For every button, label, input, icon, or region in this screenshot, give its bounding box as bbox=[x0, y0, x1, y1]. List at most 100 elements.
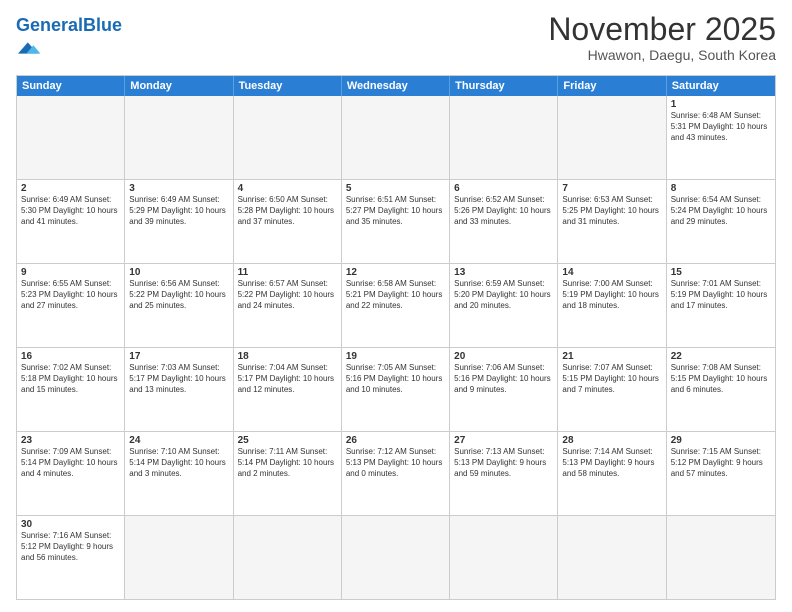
day-info: Sunrise: 6:55 AM Sunset: 5:23 PM Dayligh… bbox=[21, 279, 120, 311]
empty-cell bbox=[558, 516, 666, 599]
empty-cell bbox=[234, 96, 342, 179]
day-header: Monday bbox=[125, 76, 233, 96]
day-header: Tuesday bbox=[234, 76, 342, 96]
day-number: 5 bbox=[346, 183, 445, 194]
day-info: Sunrise: 6:53 AM Sunset: 5:25 PM Dayligh… bbox=[562, 195, 661, 227]
logo: GeneralBlue bbox=[16, 16, 122, 67]
day-number: 12 bbox=[346, 267, 445, 278]
day-info: Sunrise: 6:56 AM Sunset: 5:22 PM Dayligh… bbox=[129, 279, 228, 311]
day-cell: 10Sunrise: 6:56 AM Sunset: 5:22 PM Dayli… bbox=[125, 264, 233, 347]
day-info: Sunrise: 6:50 AM Sunset: 5:28 PM Dayligh… bbox=[238, 195, 337, 227]
logo-text: GeneralBlue bbox=[16, 16, 122, 34]
calendar: SundayMondayTuesdayWednesdayThursdayFrid… bbox=[16, 75, 776, 600]
day-number: 19 bbox=[346, 351, 445, 362]
day-header: Sunday bbox=[17, 76, 125, 96]
day-number: 13 bbox=[454, 267, 553, 278]
day-info: Sunrise: 7:15 AM Sunset: 5:12 PM Dayligh… bbox=[671, 447, 771, 479]
day-info: Sunrise: 6:48 AM Sunset: 5:31 PM Dayligh… bbox=[671, 111, 771, 143]
empty-cell bbox=[234, 516, 342, 599]
day-number: 3 bbox=[129, 183, 228, 194]
day-number: 25 bbox=[238, 435, 337, 446]
week-row: 30Sunrise: 7:16 AM Sunset: 5:12 PM Dayli… bbox=[17, 516, 775, 599]
month-title: November 2025 bbox=[548, 12, 776, 47]
day-cell: 25Sunrise: 7:11 AM Sunset: 5:14 PM Dayli… bbox=[234, 432, 342, 515]
day-number: 18 bbox=[238, 351, 337, 362]
empty-cell bbox=[342, 96, 450, 179]
week-row: 9Sunrise: 6:55 AM Sunset: 5:23 PM Daylig… bbox=[17, 264, 775, 348]
day-cell: 15Sunrise: 7:01 AM Sunset: 5:19 PM Dayli… bbox=[667, 264, 775, 347]
day-cell: 13Sunrise: 6:59 AM Sunset: 5:20 PM Dayli… bbox=[450, 264, 558, 347]
day-info: Sunrise: 6:49 AM Sunset: 5:29 PM Dayligh… bbox=[129, 195, 228, 227]
empty-cell bbox=[125, 516, 233, 599]
day-header: Thursday bbox=[450, 76, 558, 96]
day-info: Sunrise: 7:10 AM Sunset: 5:14 PM Dayligh… bbox=[129, 447, 228, 479]
day-cell: 2Sunrise: 6:49 AM Sunset: 5:30 PM Daylig… bbox=[17, 180, 125, 263]
day-cell: 6Sunrise: 6:52 AM Sunset: 5:26 PM Daylig… bbox=[450, 180, 558, 263]
day-info: Sunrise: 7:11 AM Sunset: 5:14 PM Dayligh… bbox=[238, 447, 337, 479]
location: Hwawon, Daegu, South Korea bbox=[548, 47, 776, 63]
day-info: Sunrise: 7:06 AM Sunset: 5:16 PM Dayligh… bbox=[454, 363, 553, 395]
day-header: Saturday bbox=[667, 76, 775, 96]
day-info: Sunrise: 7:05 AM Sunset: 5:16 PM Dayligh… bbox=[346, 363, 445, 395]
day-cell: 19Sunrise: 7:05 AM Sunset: 5:16 PM Dayli… bbox=[342, 348, 450, 431]
day-number: 4 bbox=[238, 183, 337, 194]
day-number: 10 bbox=[129, 267, 228, 278]
day-number: 24 bbox=[129, 435, 228, 446]
day-number: 8 bbox=[671, 183, 771, 194]
empty-cell bbox=[125, 96, 233, 179]
day-number: 29 bbox=[671, 435, 771, 446]
week-row: 2Sunrise: 6:49 AM Sunset: 5:30 PM Daylig… bbox=[17, 180, 775, 264]
day-number: 20 bbox=[454, 351, 553, 362]
day-cell: 23Sunrise: 7:09 AM Sunset: 5:14 PM Dayli… bbox=[17, 432, 125, 515]
day-cell: 16Sunrise: 7:02 AM Sunset: 5:18 PM Dayli… bbox=[17, 348, 125, 431]
day-cell: 7Sunrise: 6:53 AM Sunset: 5:25 PM Daylig… bbox=[558, 180, 666, 263]
day-info: Sunrise: 7:04 AM Sunset: 5:17 PM Dayligh… bbox=[238, 363, 337, 395]
day-info: Sunrise: 7:03 AM Sunset: 5:17 PM Dayligh… bbox=[129, 363, 228, 395]
day-cell: 24Sunrise: 7:10 AM Sunset: 5:14 PM Dayli… bbox=[125, 432, 233, 515]
day-cell: 8Sunrise: 6:54 AM Sunset: 5:24 PM Daylig… bbox=[667, 180, 775, 263]
day-info: Sunrise: 6:54 AM Sunset: 5:24 PM Dayligh… bbox=[671, 195, 771, 227]
day-info: Sunrise: 6:51 AM Sunset: 5:27 PM Dayligh… bbox=[346, 195, 445, 227]
day-cell: 1Sunrise: 6:48 AM Sunset: 5:31 PM Daylig… bbox=[667, 96, 775, 179]
empty-cell bbox=[558, 96, 666, 179]
logo-icon bbox=[18, 34, 46, 62]
day-info: Sunrise: 7:02 AM Sunset: 5:18 PM Dayligh… bbox=[21, 363, 120, 395]
week-row: 1Sunrise: 6:48 AM Sunset: 5:31 PM Daylig… bbox=[17, 96, 775, 180]
day-number: 15 bbox=[671, 267, 771, 278]
day-info: Sunrise: 6:58 AM Sunset: 5:21 PM Dayligh… bbox=[346, 279, 445, 311]
empty-cell bbox=[450, 516, 558, 599]
page: GeneralBlue November 2025 Hwawon, Daegu,… bbox=[0, 0, 792, 612]
day-cell: 26Sunrise: 7:12 AM Sunset: 5:13 PM Dayli… bbox=[342, 432, 450, 515]
day-cell: 5Sunrise: 6:51 AM Sunset: 5:27 PM Daylig… bbox=[342, 180, 450, 263]
day-info: Sunrise: 6:49 AM Sunset: 5:30 PM Dayligh… bbox=[21, 195, 120, 227]
day-number: 7 bbox=[562, 183, 661, 194]
day-number: 21 bbox=[562, 351, 661, 362]
day-info: Sunrise: 7:12 AM Sunset: 5:13 PM Dayligh… bbox=[346, 447, 445, 479]
header: GeneralBlue November 2025 Hwawon, Daegu,… bbox=[16, 12, 776, 67]
empty-cell bbox=[450, 96, 558, 179]
day-number: 30 bbox=[21, 519, 120, 530]
empty-cell bbox=[342, 516, 450, 599]
day-number: 22 bbox=[671, 351, 771, 362]
day-info: Sunrise: 6:59 AM Sunset: 5:20 PM Dayligh… bbox=[454, 279, 553, 311]
calendar-body: 1Sunrise: 6:48 AM Sunset: 5:31 PM Daylig… bbox=[17, 96, 775, 599]
day-number: 9 bbox=[21, 267, 120, 278]
logo-general: General bbox=[16, 15, 83, 35]
day-cell: 11Sunrise: 6:57 AM Sunset: 5:22 PM Dayli… bbox=[234, 264, 342, 347]
day-number: 6 bbox=[454, 183, 553, 194]
day-info: Sunrise: 6:57 AM Sunset: 5:22 PM Dayligh… bbox=[238, 279, 337, 311]
day-number: 16 bbox=[21, 351, 120, 362]
day-info: Sunrise: 6:52 AM Sunset: 5:26 PM Dayligh… bbox=[454, 195, 553, 227]
day-cell: 30Sunrise: 7:16 AM Sunset: 5:12 PM Dayli… bbox=[17, 516, 125, 599]
empty-cell bbox=[667, 516, 775, 599]
day-number: 1 bbox=[671, 99, 771, 110]
day-cell: 9Sunrise: 6:55 AM Sunset: 5:23 PM Daylig… bbox=[17, 264, 125, 347]
day-cell: 17Sunrise: 7:03 AM Sunset: 5:17 PM Dayli… bbox=[125, 348, 233, 431]
day-cell: 21Sunrise: 7:07 AM Sunset: 5:15 PM Dayli… bbox=[558, 348, 666, 431]
day-number: 17 bbox=[129, 351, 228, 362]
week-row: 23Sunrise: 7:09 AM Sunset: 5:14 PM Dayli… bbox=[17, 432, 775, 516]
day-info: Sunrise: 7:14 AM Sunset: 5:13 PM Dayligh… bbox=[562, 447, 661, 479]
day-cell: 22Sunrise: 7:08 AM Sunset: 5:15 PM Dayli… bbox=[667, 348, 775, 431]
day-number: 11 bbox=[238, 267, 337, 278]
day-number: 2 bbox=[21, 183, 120, 194]
